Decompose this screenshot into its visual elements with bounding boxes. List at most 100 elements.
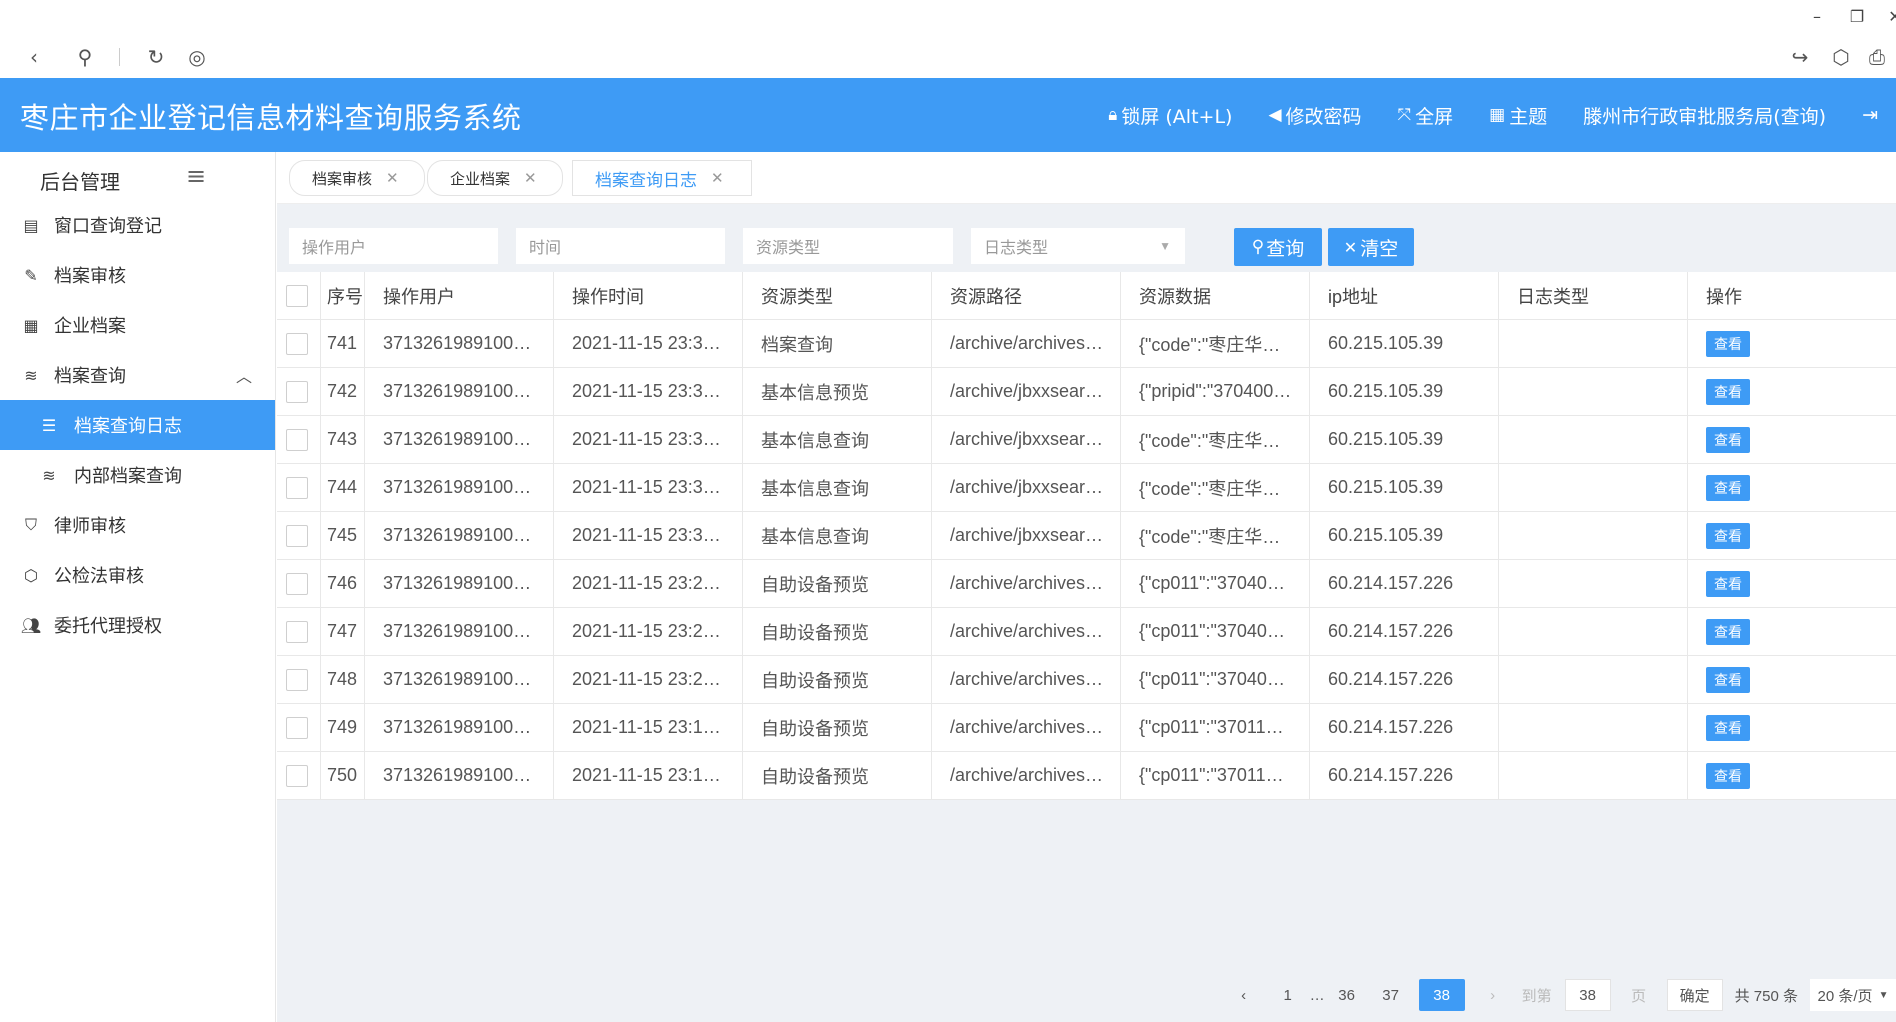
fullscreen-label: 全屏	[1415, 105, 1454, 128]
cell-path: /archive/jbxxsear…	[932, 415, 1121, 464]
cell-rtype: 自助设备预览	[743, 703, 932, 752]
share-icon[interactable]: ↪	[1785, 42, 1815, 72]
cell-ip: 60.214.157.226	[1310, 751, 1499, 800]
row-checkbox[interactable]	[286, 620, 308, 643]
resource-type-filter-input[interactable]: 资源类型	[743, 228, 953, 264]
cell-seq: 744	[321, 463, 365, 512]
view-button[interactable]: 查看	[1706, 522, 1750, 549]
tab-archive-query-log[interactable]: 档案查询日志 ✕	[572, 160, 752, 196]
cell-log	[1499, 463, 1688, 512]
link-icon[interactable]: ⚲	[70, 42, 100, 72]
extension-icon[interactable]: ⬡	[1826, 42, 1856, 72]
cell-log	[1499, 559, 1688, 608]
reload-icon[interactable]: ↻	[141, 42, 171, 72]
column-header: 序号	[321, 271, 365, 320]
column-header: 操作时间	[554, 271, 743, 320]
close-tab-icon[interactable]: ✕	[711, 169, 724, 187]
sidebar-item-police-review[interactable]: ⬡ 公检法审核	[0, 550, 275, 600]
cell-time: 2021-11-15 23:3…	[554, 415, 743, 464]
user-menu[interactable]: 滕州市行政审批服务局(查询)	[1583, 102, 1826, 129]
back-icon[interactable]: ‹	[19, 42, 49, 72]
page-size-select[interactable]: 20 条/页 ▼	[1810, 979, 1896, 1011]
logout-icon[interactable]: ⇥	[1862, 104, 1878, 126]
cell-ip: 60.215.105.39	[1310, 367, 1499, 416]
cell-time: 2021-11-15 23:3…	[554, 319, 743, 368]
register-icon: ▤	[23, 215, 39, 235]
cell-user: 3713261989100…	[365, 751, 554, 800]
lock-screen-button[interactable]: 🔒︎ 锁屏 (Alt+L)	[1108, 102, 1232, 129]
view-button[interactable]: 查看	[1706, 714, 1750, 741]
row-checkbox[interactable]	[286, 764, 308, 787]
user-filter-input[interactable]: 操作用户	[289, 228, 498, 264]
view-button[interactable]: 查看	[1706, 570, 1750, 597]
sidebar-item-proxy-authorization[interactable]: 👥︎ 委托代理授权	[0, 600, 275, 650]
users-icon: 👥︎	[20, 615, 42, 635]
log-type-select[interactable]: 日志类型 ▼	[971, 228, 1185, 264]
table-header: 序号 操作用户 操作时间 资源类型 资源路径 资源数据 ip地址 日志类型 操作	[277, 271, 1896, 320]
row-checkbox[interactable]	[286, 332, 308, 355]
sidebar-item-internal-archive-query[interactable]: ≋ 内部档案查询	[0, 450, 275, 500]
prev-page-icon[interactable]: ‹	[1228, 979, 1260, 1011]
cell-action: 查看	[1688, 608, 1886, 656]
next-page-icon[interactable]: ›	[1477, 979, 1509, 1011]
cell-log	[1499, 319, 1688, 368]
cell-ip: 60.215.105.39	[1310, 319, 1499, 368]
sidebar-item-archive-query-log[interactable]: ☰ 档案查询日志	[0, 400, 275, 450]
cell-rtype: 档案查询	[743, 319, 932, 368]
fullscreen-button[interactable]: ⤧ 全屏	[1398, 102, 1454, 129]
page-36[interactable]: 36	[1331, 979, 1363, 1011]
sidebar-item-window-register[interactable]: ▤ 窗口查询登记	[0, 200, 275, 250]
view-button[interactable]: 查看	[1706, 378, 1750, 405]
view-button[interactable]: 查看	[1706, 762, 1750, 789]
sidebar-item-lawyer-review[interactable]: ⛉ 律师审核	[0, 500, 275, 550]
cell-log	[1499, 511, 1688, 560]
select-all-checkbox[interactable]	[286, 284, 308, 307]
time-filter-input[interactable]: 时间	[516, 228, 725, 264]
restore-icon[interactable]: ❐	[1842, 4, 1872, 28]
cell-action: 查看	[1688, 704, 1886, 752]
row-checkbox[interactable]	[286, 716, 308, 739]
layers-icon: ≋	[42, 465, 56, 485]
sidebar-item-archive-query[interactable]: ≋ 档案查询 ︿	[0, 350, 275, 400]
dropdown-caret-icon: ▼	[1159, 239, 1171, 253]
row-checkbox[interactable]	[286, 380, 308, 403]
cell-time: 2021-11-15 23:2…	[554, 607, 743, 656]
cell-user: 3713261989100…	[365, 511, 554, 560]
tab-enterprise-archive[interactable]: 企业档案 ✕	[427, 160, 563, 196]
menu-toggle-icon[interactable]: ≡	[186, 162, 206, 190]
close-icon[interactable]: ✕	[1880, 4, 1896, 28]
view-button[interactable]: 查看	[1706, 426, 1750, 453]
minimize-icon[interactable]: –	[1802, 4, 1832, 28]
cell-data: {"cp011":"37040…	[1121, 559, 1310, 608]
goto-confirm-button[interactable]: 确定	[1666, 979, 1723, 1011]
close-tab-icon[interactable]: ✕	[386, 169, 399, 187]
globe-icon[interactable]: ◎	[182, 42, 212, 72]
tab-archive-review[interactable]: 档案审核 ✕	[289, 160, 425, 196]
row-checkbox[interactable]	[286, 476, 308, 499]
view-button[interactable]: 查看	[1706, 618, 1750, 645]
sidebar-item-archive-review[interactable]: ✎ 档案审核	[0, 250, 275, 300]
row-checkbox[interactable]	[286, 668, 308, 691]
sidebar-item-enterprise-archive[interactable]: ▦ 企业档案	[0, 300, 275, 350]
clear-button[interactable]: ✕ 清空	[1328, 228, 1414, 266]
tabs-bar: 档案审核 ✕ 企业档案 ✕ 档案查询日志 ✕	[277, 152, 1896, 204]
close-tab-icon[interactable]: ✕	[524, 169, 537, 187]
theme-button[interactable]: ▦ 主题	[1489, 102, 1547, 129]
page-1[interactable]: 1	[1272, 979, 1304, 1011]
goto-page-input[interactable]: 38	[1564, 979, 1611, 1011]
query-button[interactable]: ⚲ 查询	[1234, 228, 1322, 266]
save-page-icon[interactable]: ⎙	[1862, 42, 1892, 72]
cell-ip: 60.214.157.226	[1310, 607, 1499, 656]
view-button[interactable]: 查看	[1706, 666, 1750, 693]
page-37[interactable]: 37	[1375, 979, 1407, 1011]
view-button[interactable]: 查看	[1706, 330, 1750, 357]
row-checkbox[interactable]	[286, 428, 308, 451]
table-row: 746 3713261989100… 2021-11-15 23:2… 自助设备预览 /…	[277, 559, 1896, 608]
change-password-button[interactable]: ◀ 修改密码	[1268, 102, 1361, 129]
row-checkbox[interactable]	[286, 524, 308, 547]
view-button[interactable]: 查看	[1706, 474, 1750, 501]
page-current[interactable]: 38	[1418, 979, 1465, 1011]
page-ellipsis[interactable]: …	[1310, 979, 1325, 1011]
cell-user: 3713261989100…	[365, 559, 554, 608]
row-checkbox[interactable]	[286, 572, 308, 595]
